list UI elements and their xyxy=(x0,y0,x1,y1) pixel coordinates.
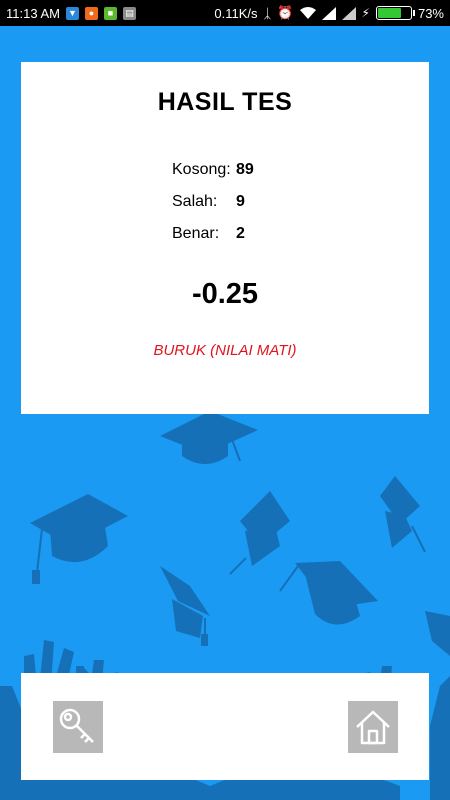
wifi-icon xyxy=(299,6,316,19)
home-button[interactable] xyxy=(348,701,398,753)
result-title: HASIL TES xyxy=(157,88,293,116)
network-speed: 0.11K/s xyxy=(214,5,258,21)
battery-icon xyxy=(375,6,415,20)
stat-row-salah: Salah: 9 xyxy=(172,191,312,213)
status-bar: 11:13 AM ▼ ● ■ ▤ 0.11K/s ᛣ ⏰ ⚡ 73% xyxy=(0,0,450,26)
graduation-cap-icon xyxy=(160,566,210,646)
stat-value: 89 xyxy=(236,161,254,178)
status-left: 11:13 AM ▼ ● ■ ▤ xyxy=(6,6,136,21)
battery-percent: 73% xyxy=(417,5,444,21)
score-value: -0.25 xyxy=(191,278,259,310)
stat-label: Salah: xyxy=(172,193,218,210)
home-icon xyxy=(356,710,390,745)
signal-icon xyxy=(321,6,336,20)
stat-row-kosong: Kosong: 89 xyxy=(172,159,312,181)
verdict-text: BURUK (NILAI MATI) xyxy=(153,342,297,359)
graduation-cap-icon xyxy=(425,611,450,656)
shield-notification-icon: ▼ xyxy=(65,6,79,20)
graduation-cap-icon xyxy=(160,411,258,464)
stat-label: Kosong: xyxy=(172,161,231,178)
status-right: 0.11K/s ᛣ ⏰ ⚡ 73% xyxy=(214,5,444,21)
status-time: 11:13 AM xyxy=(6,5,60,21)
bottom-action-panel xyxy=(21,673,429,780)
stat-value: 2 xyxy=(236,225,245,242)
graduation-cap-icon xyxy=(279,561,378,625)
key-icon xyxy=(59,708,94,743)
graduation-cap-icon xyxy=(30,494,128,584)
answer-key-button[interactable] xyxy=(53,701,103,753)
signal-icon xyxy=(341,6,356,20)
app-notification-icon: ● xyxy=(84,6,98,20)
charging-icon: ⚡ xyxy=(361,6,370,20)
android-notification-icon: ■ xyxy=(103,6,117,20)
bluetooth-icon: ᛣ xyxy=(263,5,272,21)
stat-label: Benar: xyxy=(172,225,220,242)
stat-value: 9 xyxy=(236,193,245,210)
alarm-icon: ⏰ xyxy=(277,5,294,20)
graduation-cap-icon xyxy=(229,491,290,575)
stat-row-benar: Benar: 2 xyxy=(172,223,312,245)
battery-level xyxy=(377,8,402,18)
message-notification-icon: ▤ xyxy=(122,6,136,20)
graduation-cap-icon xyxy=(380,476,426,553)
